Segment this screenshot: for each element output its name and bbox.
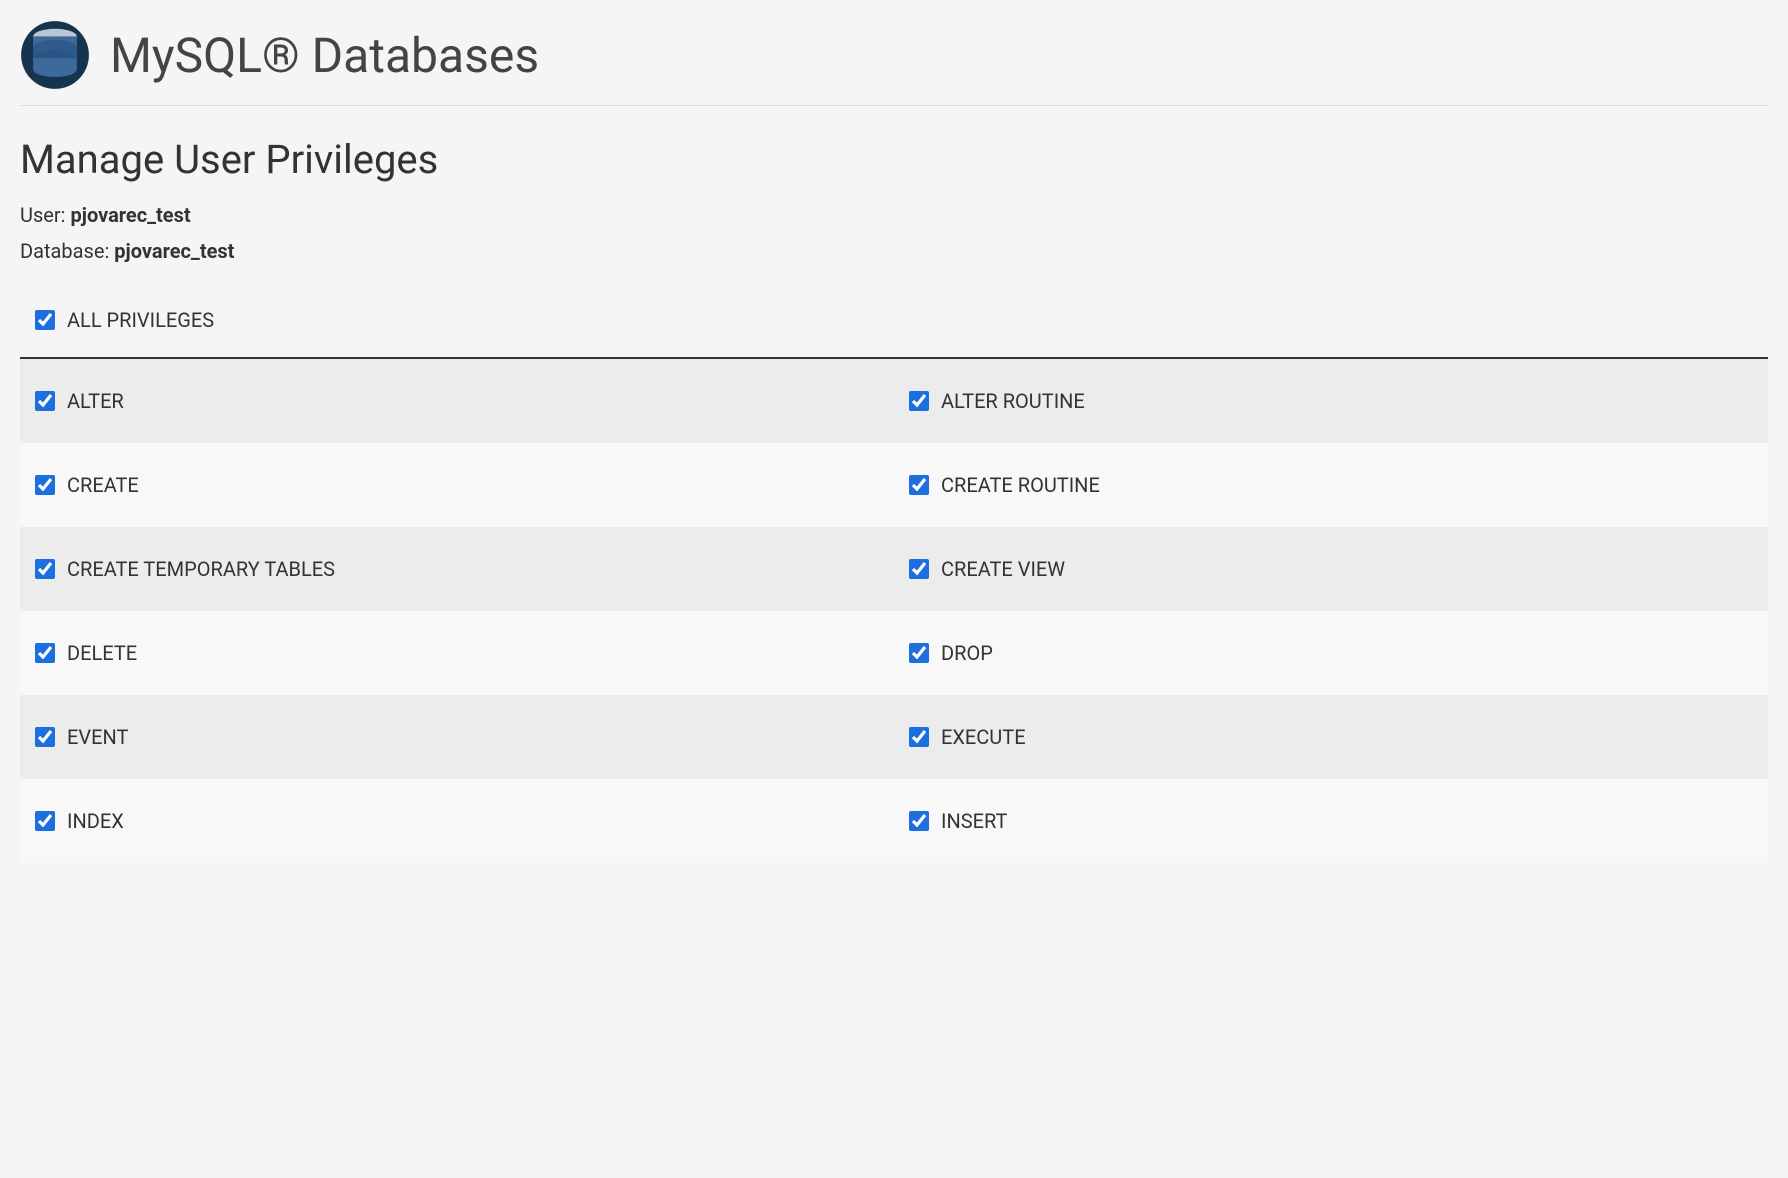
user-label: User: bbox=[20, 203, 70, 227]
privilege-cell: EVENT bbox=[20, 695, 894, 779]
privilege-checkbox[interactable] bbox=[909, 559, 929, 579]
privilege-cell: CREATE VIEW bbox=[894, 527, 1768, 611]
privilege-checkbox[interactable] bbox=[909, 727, 929, 747]
privilege-label[interactable]: INSERT bbox=[941, 809, 1007, 833]
privilege-label[interactable]: ALTER bbox=[67, 389, 124, 413]
page-title: MySQL® Databases bbox=[110, 27, 539, 84]
privilege-checkbox[interactable] bbox=[909, 475, 929, 495]
all-privileges-row: ALL PRIVILEGES bbox=[20, 278, 1768, 359]
database-info-line: Database: pjovarec_test bbox=[20, 239, 1768, 263]
privilege-label[interactable]: CREATE TEMPORARY TABLES bbox=[67, 557, 335, 581]
privilege-row: EVENT EXECUTE bbox=[20, 695, 1768, 779]
privilege-row: CREATE CREATE ROUTINE bbox=[20, 443, 1768, 527]
privilege-row: ALTER ALTER ROUTINE bbox=[20, 359, 1768, 443]
privilege-label[interactable]: CREATE bbox=[67, 473, 139, 497]
section-title: Manage User Privileges bbox=[20, 136, 1768, 183]
privilege-cell: DROP bbox=[894, 611, 1768, 695]
database-icon bbox=[20, 20, 90, 90]
privilege-row: CREATE TEMPORARY TABLES CREATE VIEW bbox=[20, 527, 1768, 611]
privilege-label[interactable]: CREATE ROUTINE bbox=[941, 473, 1100, 497]
privilege-label[interactable]: EVENT bbox=[67, 725, 128, 749]
database-value: pjovarec_test bbox=[114, 239, 234, 263]
user-value: pjovarec_test bbox=[70, 203, 190, 227]
privilege-label[interactable]: CREATE VIEW bbox=[941, 557, 1065, 581]
privilege-cell: EXECUTE bbox=[894, 695, 1768, 779]
privilege-checkbox[interactable] bbox=[909, 391, 929, 411]
privilege-cell: CREATE bbox=[20, 443, 894, 527]
privilege-checkbox[interactable] bbox=[35, 559, 55, 579]
all-privileges-label[interactable]: ALL PRIVILEGES bbox=[67, 308, 214, 332]
privilege-checkbox[interactable] bbox=[35, 475, 55, 495]
privilege-checkbox[interactable] bbox=[35, 643, 55, 663]
privilege-checkbox[interactable] bbox=[35, 811, 55, 831]
privilege-label[interactable]: ALTER ROUTINE bbox=[941, 389, 1085, 413]
privilege-cell: INSERT bbox=[894, 779, 1768, 863]
privilege-cell: CREATE TEMPORARY TABLES bbox=[20, 527, 894, 611]
privilege-row: INDEX INSERT bbox=[20, 779, 1768, 863]
database-label: Database: bbox=[20, 239, 114, 263]
privileges-table: ALTERALTER ROUTINECREATECREATE ROUTINECR… bbox=[20, 359, 1768, 863]
privilege-cell: ALTER bbox=[20, 359, 894, 443]
page-header: MySQL® Databases bbox=[20, 20, 1768, 106]
privilege-cell: DELETE bbox=[20, 611, 894, 695]
privilege-checkbox[interactable] bbox=[35, 727, 55, 747]
privilege-label[interactable]: INDEX bbox=[67, 809, 124, 833]
privilege-checkbox[interactable] bbox=[909, 811, 929, 831]
privilege-row: DELETE DROP bbox=[20, 611, 1768, 695]
privilege-cell: CREATE ROUTINE bbox=[894, 443, 1768, 527]
user-info-line: User: pjovarec_test bbox=[20, 203, 1768, 227]
privilege-checkbox[interactable] bbox=[909, 643, 929, 663]
privilege-label[interactable]: DROP bbox=[941, 641, 993, 665]
privilege-cell: INDEX bbox=[20, 779, 894, 863]
privilege-cell: ALTER ROUTINE bbox=[894, 359, 1768, 443]
all-privileges-checkbox[interactable] bbox=[35, 310, 55, 330]
privilege-label[interactable]: DELETE bbox=[67, 641, 137, 665]
privilege-label[interactable]: EXECUTE bbox=[941, 725, 1026, 749]
privilege-checkbox[interactable] bbox=[35, 391, 55, 411]
